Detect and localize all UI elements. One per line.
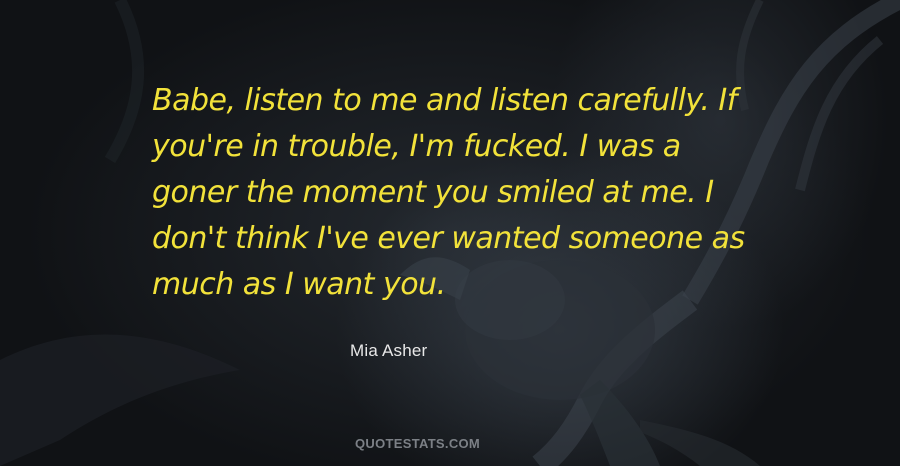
- quote-card: Babe, listen to me and listen carefully.…: [0, 0, 900, 466]
- quote-line: don't think I've ever wanted someone as: [152, 221, 745, 256]
- quote-line: Babe, listen to me and listen carefully.…: [152, 83, 737, 118]
- site-watermark: QUOTESTATS.COM: [355, 436, 481, 451]
- quote-text: Babe, listen to me and listen carefully.…: [152, 78, 772, 308]
- quote-author: Mia Asher: [350, 341, 428, 360]
- quote-line: goner the moment you smiled at me. I: [152, 175, 714, 210]
- quote-line: much as I want you.: [152, 267, 446, 302]
- quote-line: you're in trouble, I'm fucked. I was a: [152, 129, 681, 164]
